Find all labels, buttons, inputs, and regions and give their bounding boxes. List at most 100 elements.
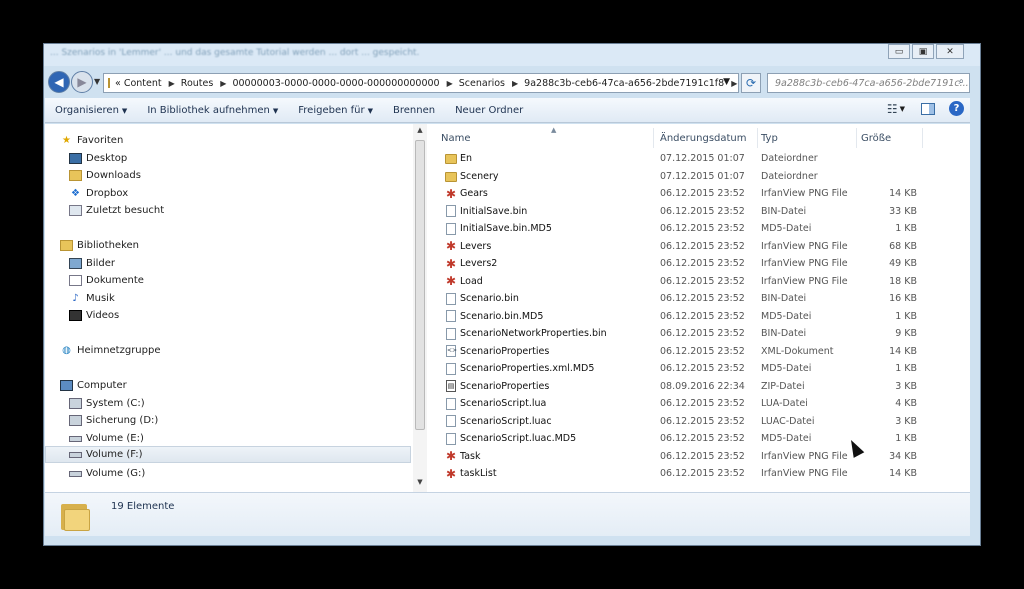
file-row[interactable]: ✱ Load 06.12.2015 23:52 IrfanView PNG File 1… (433, 273, 970, 290)
file-row[interactable]: InitialSave.bin 06.12.2015 23:52 BIN-Datei… (433, 203, 970, 220)
explorer-window: ... Szenarios in 'Lemmer' ... und das ge… (43, 43, 981, 546)
column-header-type[interactable]: Typ (761, 128, 857, 148)
computer-icon (60, 380, 73, 391)
file-row[interactable]: Scenario.bin.MD5 06.12.2015 23:52 MD5-Date… (433, 308, 970, 325)
file-type: IrfanView PNG File (761, 240, 848, 252)
navigation-pane: ★ Favoriten Desktop Downloads ❖ Dropbox Zu… (45, 124, 413, 492)
burn-button[interactable]: Brennen (383, 105, 445, 116)
search-icon[interactable]: ⌕ (959, 76, 964, 87)
help-icon[interactable]: ? (949, 101, 964, 116)
file-name: Levers2 (460, 258, 498, 269)
breadcrumb-route-id[interactable]: 00000003-0000-0000-0000-000000000000 (232, 78, 439, 89)
preview-pane-icon[interactable] (921, 102, 935, 115)
file-row[interactable]: En 07.12.2015 01:07 Dateiordner (433, 150, 970, 167)
nav-music[interactable]: ♪ Musik (69, 290, 114, 307)
file-row[interactable]: ✱ Levers 06.12.2015 23:52 IrfanView PNG Fil… (433, 238, 970, 255)
scrollbar-thumb[interactable] (415, 140, 425, 430)
column-header-name[interactable]: ▲ Name (441, 126, 654, 148)
irfanview-png-icon: ✱ (445, 239, 457, 253)
file-row[interactable]: ScenarioScript.lua 06.12.2015 23:52 LUA-Da… (433, 395, 970, 412)
overflow-chevron[interactable]: « (115, 78, 121, 89)
item-count: 19 Elemente (111, 501, 175, 512)
file-row[interactable]: ✱ Gears 06.12.2015 23:52 IrfanView PNG File… (433, 185, 970, 202)
nav-desktop[interactable]: Desktop (69, 150, 127, 167)
nav-scrollbar[interactable]: ▲ ▼ (413, 124, 427, 492)
chevron-down-icon: ▼ (272, 106, 279, 115)
file-date: 06.12.2015 23:52 (660, 433, 745, 444)
nav-drive-e[interactable]: Volume (E:) (69, 430, 144, 447)
maximize-button[interactable]: ▣ (912, 44, 934, 59)
file-row[interactable]: Scenario.bin 06.12.2015 23:52 BIN-Datei 16 … (433, 290, 970, 307)
chevron-right-icon[interactable]: ▶ (169, 79, 175, 88)
file-size: 1 KB (895, 310, 917, 322)
nav-recent[interactable]: Zuletzt besucht (69, 202, 164, 219)
chevron-right-icon[interactable]: ▶ (220, 79, 226, 88)
file-name: ScenarioProperties.xml.MD5 (460, 363, 595, 374)
file-row[interactable]: InitialSave.bin.MD5 06.12.2015 23:52 MD5-D… (433, 220, 970, 237)
nav-downloads[interactable]: Downloads (69, 167, 141, 184)
nav-dropbox[interactable]: ❖ Dropbox (69, 185, 128, 202)
refresh-button[interactable]: ⟳ (741, 73, 761, 93)
column-header-size[interactable]: Größe (861, 128, 923, 148)
chevron-right-icon[interactable]: ▶ (731, 79, 737, 88)
share-button[interactable]: Freigeben für ▼ (288, 105, 383, 116)
close-button[interactable]: ✕ (936, 44, 964, 59)
breadcrumb-content[interactable]: Content (124, 78, 162, 89)
add-to-library-button[interactable]: In Bibliothek aufnehmen ▼ (137, 105, 288, 116)
file-row[interactable]: ScenarioScript.luac.MD5 06.12.2015 23:52 M… (433, 430, 970, 447)
nav-drive-c[interactable]: System (C:) (69, 395, 145, 412)
title-bar: ... Szenarios in 'Lemmer' ... und das ge… (44, 44, 980, 66)
nav-drive-d[interactable]: Sicherung (D:) (69, 412, 158, 429)
minimize-button[interactable]: ▭ (888, 44, 910, 59)
nav-documents[interactable]: Dokumente (69, 272, 144, 289)
file-row[interactable]: ScenarioProperties.xml.MD5 06.12.2015 23:… (433, 360, 970, 377)
drive-icon (69, 398, 82, 409)
history-dropdown-icon[interactable]: ▼ (94, 77, 100, 86)
nav-pictures[interactable]: Bilder (69, 255, 115, 272)
file-name: taskList (460, 468, 497, 479)
nav-label: System (C:) (86, 398, 145, 409)
address-dropdown-icon[interactable]: ▼ (723, 77, 730, 87)
file-row[interactable]: ScenarioScript.luac 06.12.2015 23:52 LUAC-… (433, 413, 970, 430)
address-bar[interactable]: « Content ▶ Routes ▶ 00000003-0000-0000-00… (103, 73, 739, 93)
nav-libraries[interactable]: Bibliotheken (60, 237, 139, 254)
file-date: 06.12.2015 23:52 (660, 240, 745, 252)
file-row[interactable]: <> ScenarioProperties 06.12.2015 23:52 XML-… (433, 343, 970, 360)
forward-button[interactable]: ▶ (71, 71, 93, 93)
nav-videos[interactable]: Videos (69, 307, 119, 324)
breadcrumb-routes[interactable]: Routes (181, 78, 214, 89)
organize-button[interactable]: Organisieren ▼ (45, 105, 137, 116)
back-button[interactable]: ◀ (48, 71, 70, 93)
search-placeholder: 9a288c3b-ceb6-47ca-a656-2bde7191c... (775, 77, 969, 89)
file-row[interactable]: ▤ ScenarioProperties 08.09.2016 22:34 ZIP-D… (433, 378, 970, 395)
chevron-down-icon: ▼ (121, 106, 128, 115)
nav-drive-g[interactable]: Volume (G:) (69, 465, 145, 482)
file-row[interactable]: ✱ Task 06.12.2015 23:52 IrfanView PNG File 3… (433, 448, 970, 465)
nav-computer[interactable]: Computer (60, 377, 127, 394)
nav-label: Bibliotheken (77, 240, 139, 251)
file-type: Dateiordner (761, 170, 818, 182)
new-folder-button[interactable]: Neuer Ordner (445, 105, 533, 116)
file-icon (446, 292, 456, 305)
file-date: 06.12.2015 23:52 (660, 363, 745, 374)
file-date: 06.12.2015 23:52 (660, 345, 745, 357)
nav-drive-f[interactable]: Volume (F:) (45, 446, 411, 463)
scroll-down-icon[interactable]: ▼ (413, 478, 427, 490)
nav-favorites[interactable]: ★ Favoriten (60, 132, 123, 149)
file-row[interactable]: ✱ taskList 06.12.2015 23:52 IrfanView PNG F… (433, 465, 970, 482)
file-row[interactable]: ✱ Levers2 06.12.2015 23:52 IrfanView PNG Fi… (433, 255, 970, 272)
file-row[interactable]: ScenarioNetworkProperties.bin 06.12.2015 … (433, 325, 970, 342)
view-options-icon[interactable]: ☷ (887, 102, 898, 116)
file-row[interactable]: Scenery 07.12.2015 01:07 Dateiordner (433, 168, 970, 185)
chevron-down-icon[interactable]: ▼ (900, 105, 905, 113)
scroll-up-icon[interactable]: ▲ (413, 126, 427, 138)
breadcrumb-scenario-id[interactable]: 9a288c3b-ceb6-47ca-a656-2bde7191c1f8 (524, 78, 724, 89)
search-input[interactable]: 9a288c3b-ceb6-47ca-a656-2bde7191c... ⌕ (767, 73, 970, 93)
file-size: 14 KB (889, 345, 917, 357)
nav-homegroup[interactable]: ◍ Heimnetzgruppe (60, 342, 160, 359)
details-pane: 19 Elemente (45, 492, 970, 536)
chevron-right-icon[interactable]: ▶ (512, 79, 518, 88)
breadcrumb-scenarios[interactable]: Scenarios (459, 78, 505, 89)
chevron-right-icon[interactable]: ▶ (447, 79, 453, 88)
column-header-date[interactable]: Änderungsdatum (660, 128, 758, 148)
